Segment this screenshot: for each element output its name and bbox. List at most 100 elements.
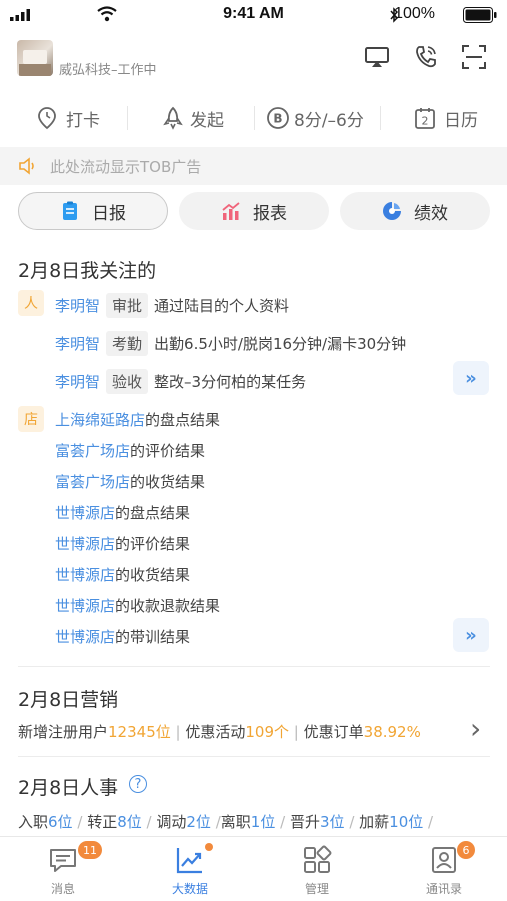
person-name[interactable]: 李明智 (55, 373, 100, 391)
marketing-stats[interactable]: 新增注册用户12345位 | 优惠活动109个 | 优惠订单38.92% (18, 721, 421, 742)
promo-value: 109个 (245, 723, 290, 741)
quick-action-checkin[interactable]: 打卡 (36, 96, 100, 140)
focus-person-item[interactable]: 李明智 考勤 出勤6.5小时/脱岗16分钟/漏卡30分钟 (55, 331, 406, 356)
quick-action-initiate[interactable]: 发起 (162, 96, 224, 140)
location-pin-icon (38, 107, 56, 130)
store-tag: 店 (18, 406, 44, 432)
focus-store-item[interactable]: 世博源店的收货结果 (55, 564, 190, 585)
quick-action-label: 8分/–6分 (294, 110, 364, 131)
divider (127, 106, 128, 130)
store-name[interactable]: 世博源店 (55, 628, 115, 646)
divider (18, 756, 490, 757)
unread-badge: 6 (457, 841, 475, 859)
quick-action-label: 发起 (190, 110, 224, 131)
scan-icon[interactable] (461, 44, 487, 70)
item-text: 的评价结果 (115, 535, 191, 553)
coin-icon: B (267, 107, 289, 129)
hr-item-label: 加薪 (359, 813, 390, 831)
item-text: 通过陆目的个人资料 (154, 297, 290, 315)
bar-chart-icon (222, 202, 240, 220)
tab-label: 日报 (92, 203, 126, 224)
cast-screen-icon[interactable] (364, 44, 390, 70)
help-icon[interactable]: ? (129, 775, 147, 793)
promo-label: 优惠活动 (185, 723, 246, 741)
focus-store-item[interactable]: 世博源店的评价结果 (55, 533, 190, 554)
focus-store-item[interactable]: 富荟广场店的评价结果 (55, 440, 205, 461)
focus-person-item[interactable]: 李明智 审批 通过陆目的个人资料 (55, 293, 289, 318)
person-tag: 人 (18, 290, 44, 316)
order-label: 优惠订单 (303, 723, 364, 741)
new-users-value: 12345位 (108, 723, 171, 741)
item-text: 出勤6.5小时/脱岗16分钟/漏卡30分钟 (154, 335, 407, 353)
divider (18, 666, 490, 667)
notification-dot (205, 843, 213, 851)
tab-label: 绩效 (414, 203, 448, 224)
quick-action-label: 日历 (444, 110, 478, 131)
tabbar-item-contacts[interactable]: 6 通讯录 (381, 837, 507, 901)
hr-item-value: 8位 (117, 813, 142, 831)
store-more-button[interactable]: » (453, 618, 489, 652)
tab-reports[interactable]: 报表 (179, 192, 329, 230)
marketing-section-title: 2月8日营销 (18, 689, 119, 711)
tab-daily-report[interactable]: 日报 (18, 192, 168, 230)
rocket-icon (163, 106, 183, 130)
focus-store-item[interactable]: 世博源店的盘点结果 (55, 502, 190, 523)
focus-store-item[interactable]: 富荟广场店的收货结果 (55, 471, 205, 492)
store-name[interactable]: 富荟广场店 (55, 473, 130, 491)
company-avatar[interactable] (17, 40, 53, 76)
tabbar-label: 大数据 (171, 882, 208, 896)
tabbar-item-big-data[interactable]: 大数据 (127, 837, 253, 901)
svg-text:2: 2 (422, 115, 429, 128)
chevron-right-icon[interactable]: › (470, 712, 481, 746)
quick-action-points[interactable]: B 8分/–6分 (266, 96, 364, 140)
unread-badge: 11 (78, 841, 102, 859)
focus-person-item[interactable]: 李明智 验收 整改–3分何柏的某任务 (55, 369, 306, 394)
hr-title-text: 2月8日人事 (18, 777, 119, 799)
quick-action-calendar[interactable]: 2 日历 (414, 96, 478, 140)
new-users-label: 新增注册用户 (18, 723, 109, 741)
person-more-button[interactable]: » (453, 361, 489, 395)
focus-store-item[interactable]: 上海绵延路店的盘点结果 (55, 409, 220, 430)
hr-item-label: 入职 (18, 813, 49, 831)
hr-item-value: 2位 (186, 813, 211, 831)
store-name[interactable]: 富荟广场店 (55, 442, 130, 460)
message-icon (50, 849, 76, 872)
speaker-icon (19, 157, 34, 175)
tabbar-item-messages[interactable]: 11 消息 (0, 837, 126, 901)
hr-item-label: 调动 (156, 813, 187, 831)
separator: / (428, 813, 434, 831)
tab-performance[interactable]: 绩效 (340, 192, 490, 230)
company-status[interactable]: 威弘科技–工作中 (59, 59, 157, 78)
store-name[interactable]: 世博源店 (55, 597, 115, 615)
person-name[interactable]: 李明智 (55, 297, 100, 315)
store-name[interactable]: 世博源店 (55, 566, 115, 584)
tab-label: 报表 (253, 203, 287, 224)
hr-item-value: 3位 (319, 813, 345, 831)
tabbar-label: 消息 (50, 882, 75, 896)
bottom-tab-bar: 11 消息 大数据 管理 6 通讯录 (0, 836, 507, 901)
ad-banner[interactable]: 此处流动显示TOB广告 (0, 147, 507, 185)
calendar-icon: 2 (415, 108, 435, 129)
item-text: 的收货结果 (130, 473, 206, 491)
tabbar-label: 通讯录 (425, 882, 462, 896)
focus-store-item[interactable]: 世博源店的收款退款结果 (55, 595, 220, 616)
item-kind: 验收 (106, 369, 149, 394)
separator: | (175, 723, 181, 741)
daily-report-icon (63, 201, 77, 220)
store-name[interactable]: 上海绵延路店 (55, 411, 145, 429)
item-text: 的收货结果 (115, 566, 191, 584)
focus-section-title: 2月8日我关注的 (18, 260, 157, 282)
store-name[interactable]: 世博源店 (55, 504, 115, 522)
hr-stats[interactable]: 入职6位 / 转正8位 / 调动2位 /离职1位 / 晋升3位 / 加薪10位 … (18, 811, 433, 832)
contacts-icon (432, 847, 456, 873)
quick-action-label: 打卡 (66, 110, 100, 131)
phone-call-icon[interactable] (413, 44, 439, 70)
store-name[interactable]: 世博源店 (55, 535, 115, 553)
item-text: 的带训结果 (115, 628, 191, 646)
tabbar-item-manage[interactable]: 管理 (254, 837, 380, 901)
separator: / (349, 813, 355, 831)
focus-store-item[interactable]: 世博源店的带训结果 (55, 626, 190, 647)
person-name[interactable]: 李明智 (55, 335, 100, 353)
divider (254, 106, 255, 130)
separator: / (280, 813, 286, 831)
